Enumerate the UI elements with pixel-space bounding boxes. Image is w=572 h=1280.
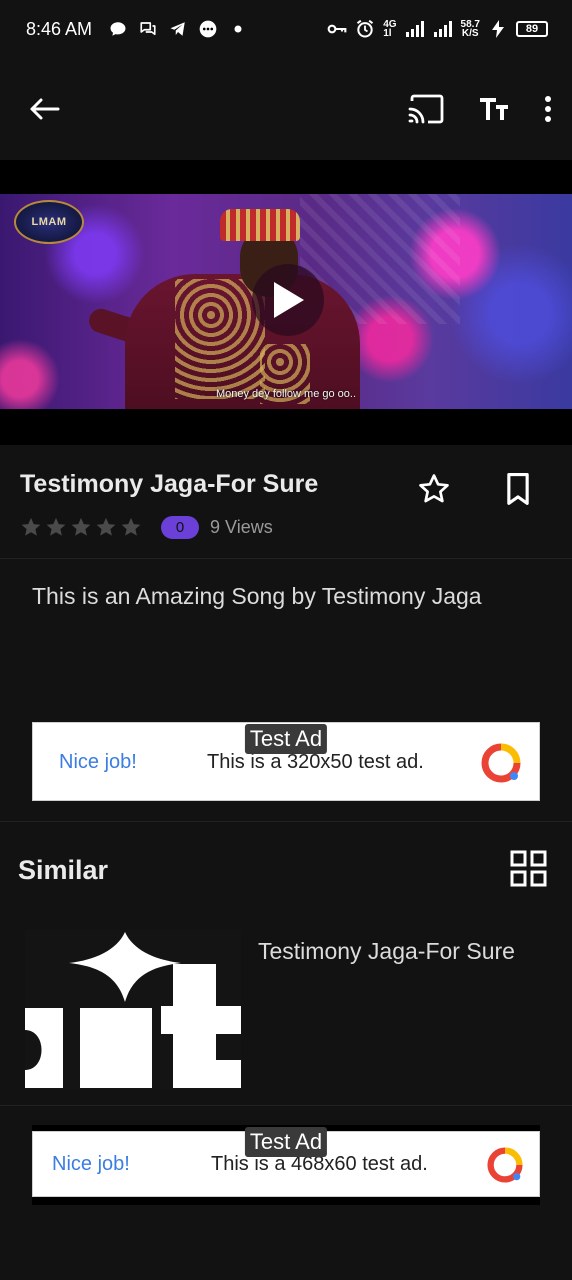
alarm-icon xyxy=(355,19,375,39)
network-type: 4G 1l xyxy=(383,19,397,39)
app-toolbar xyxy=(0,58,572,160)
battery-level: 89 xyxy=(516,21,548,37)
song-header: Testimony Jaga-For Sure xyxy=(20,470,552,506)
signal-2-icon xyxy=(433,19,453,39)
star-icon xyxy=(46,517,66,536)
bookmark-button[interactable] xyxy=(504,472,532,506)
arrow-left-icon xyxy=(30,98,60,120)
cast-button[interactable] xyxy=(408,94,444,124)
rating-count-badge: 0 xyxy=(161,515,199,539)
star-icon xyxy=(121,517,141,536)
divider xyxy=(0,1105,572,1106)
ad-headline: Nice job! xyxy=(52,1153,130,1175)
ad-network-logo-icon xyxy=(481,743,521,788)
song-title: Testimony Jaga-For Sure xyxy=(20,470,319,498)
ad-network-logo-icon xyxy=(487,1147,523,1188)
text-size-button[interactable] xyxy=(478,96,510,122)
status-right: 4G 1l 58.7 K/S 89 xyxy=(327,19,548,39)
messages-icon xyxy=(138,19,158,39)
more-options-button[interactable] xyxy=(544,95,552,123)
test-ad-label: Test Ad xyxy=(244,724,328,754)
more-vertical-icon xyxy=(545,96,551,122)
song-description: This is an Amazing Song by Testimony Jag… xyxy=(32,583,482,609)
status-bar: 8:46 AM 4G 1l 58.7 K/S 89 xyxy=(0,0,572,58)
star-icon xyxy=(71,517,91,536)
star-icon xyxy=(21,517,41,536)
play-icon xyxy=(274,282,304,318)
similar-item-title[interactable]: Testimony Jaga-For Sure xyxy=(258,938,515,965)
video-player[interactable]: LMAM Money dey follow me go oo.. xyxy=(0,194,572,409)
app-logo-icon xyxy=(25,930,241,1090)
test-ad-label: Test Ad xyxy=(244,1127,328,1157)
video-subtitle: Money dey follow me go oo.. xyxy=(215,388,357,400)
star-outline-icon xyxy=(419,474,449,503)
charging-icon xyxy=(488,19,508,39)
network-speed: 58.7 K/S xyxy=(460,19,480,39)
notification-dot-icon xyxy=(228,19,248,39)
chat-bubble-icon xyxy=(108,19,128,39)
cast-icon xyxy=(408,94,444,124)
ad-text: This is a 320x50 test ad. xyxy=(207,751,424,773)
telegram-icon xyxy=(168,19,188,39)
video-player-area: LMAM Money dey follow me go oo.. xyxy=(0,160,572,445)
text-size-icon xyxy=(480,98,508,120)
grid-view-button[interactable] xyxy=(510,850,548,888)
chat-dots-icon xyxy=(198,19,218,39)
toolbar-actions xyxy=(408,94,552,124)
performer-hat xyxy=(220,209,300,241)
similar-item-thumbnail[interactable] xyxy=(25,930,241,1090)
rating-stars[interactable] xyxy=(20,516,142,538)
grid-view-icon xyxy=(510,850,547,887)
back-button[interactable] xyxy=(28,97,60,121)
status-time: 8:46 AM xyxy=(26,18,93,39)
divider xyxy=(0,821,572,822)
channel-logo: LMAM xyxy=(14,200,84,244)
vpn-key-icon xyxy=(327,19,347,39)
similar-heading: Similar xyxy=(18,855,109,885)
song-meta: 0 9 Views xyxy=(20,513,273,541)
divider xyxy=(0,558,572,559)
status-left: 8:46 AM xyxy=(26,19,248,40)
signal-icon xyxy=(405,19,425,39)
star-icon xyxy=(96,517,116,536)
play-button[interactable] xyxy=(252,264,324,336)
favorite-button[interactable] xyxy=(416,472,452,506)
bookmark-outline-icon xyxy=(507,473,529,505)
view-count: 9 Views xyxy=(210,516,273,537)
ad-headline: Nice job! xyxy=(59,751,137,773)
